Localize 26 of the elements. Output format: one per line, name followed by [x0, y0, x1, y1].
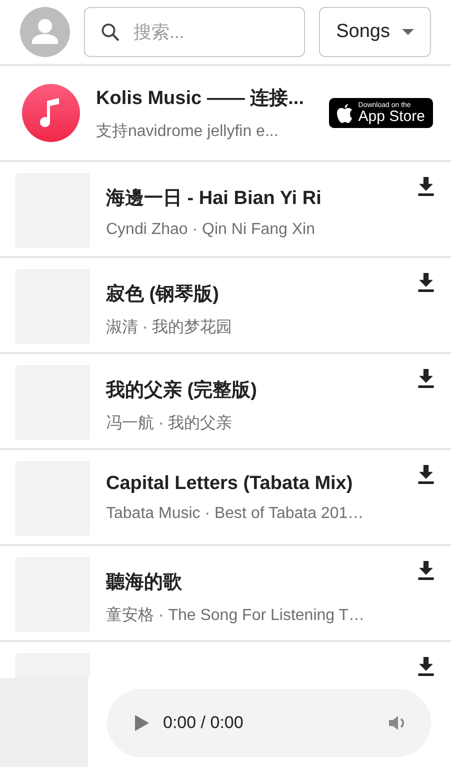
download-button[interactable] [417, 657, 435, 676]
song-title: 聽海的歌 [106, 571, 183, 595]
song-artist-album: 淑清 · 我的梦花园 [106, 318, 234, 338]
search-bar[interactable]: 搜索... [84, 7, 306, 57]
play-button[interactable] [135, 714, 149, 730]
song-title: 寂色 (钢琴版) [106, 282, 220, 307]
song-artist-album: 童安格 · The Song For Listening T… [106, 606, 366, 626]
songs-dropdown[interactable]: Songs [319, 7, 431, 57]
ad-title: Kolis Music —— 连接... [96, 86, 305, 110]
download-button[interactable] [417, 561, 435, 580]
search-icon [101, 21, 120, 43]
song-artist-album: 冯一航 · 我的父亲 [106, 414, 234, 434]
song-title: Capital Letters (Tabata Mix) [106, 473, 354, 495]
song-artist-album: Cyndi Zhao · Qin Ni Fang Xin [106, 221, 316, 239]
ad-subtitle: 支持navidrome jellyfin e... [96, 122, 280, 142]
playback-time: 0:00 / 0:00 [163, 712, 244, 732]
song-artist-album: Tabata Music · Best of Tabata 201… [106, 505, 365, 523]
download-button[interactable] [417, 177, 435, 196]
download-button[interactable] [417, 273, 435, 292]
music-note-icon [22, 84, 80, 142]
caret-icon [402, 29, 414, 35]
download-button[interactable] [417, 465, 435, 484]
song-title: 我的父亲 (完整版) [106, 378, 258, 403]
search-input[interactable]: 搜索... [131, 20, 288, 44]
song-title: 海邊一日 - Hai Bian Yi Ri [106, 187, 322, 211]
download-button[interactable] [417, 369, 435, 388]
